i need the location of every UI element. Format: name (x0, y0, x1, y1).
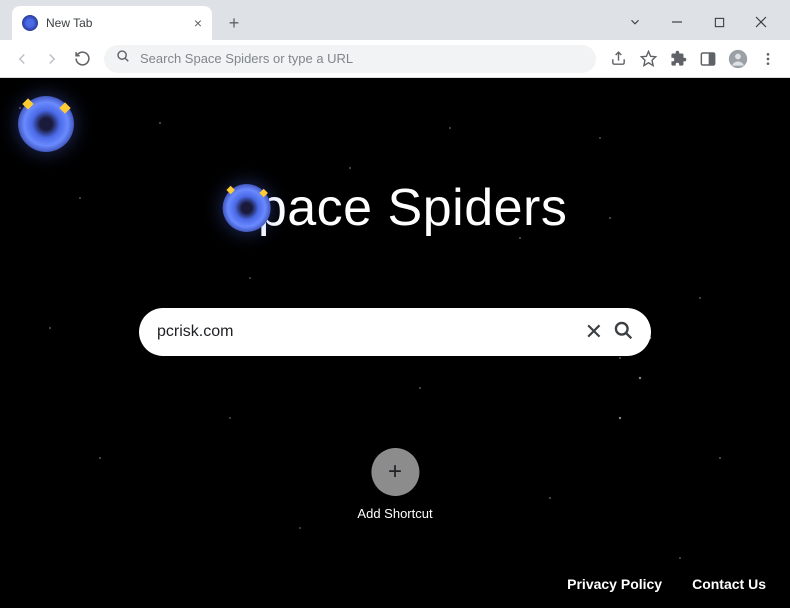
share-icon[interactable] (604, 45, 632, 73)
search-input[interactable]: pcrisk.com ✕ (139, 308, 651, 356)
spider-logo-icon (18, 96, 74, 152)
browser-tab[interactable]: New Tab × (12, 6, 212, 40)
back-button[interactable] (8, 45, 36, 73)
omnibox-placeholder: Search Space Spiders or type a URL (140, 51, 584, 66)
privacy-link[interactable]: Privacy Policy (567, 576, 662, 592)
title-bar: New Tab × + (0, 0, 790, 40)
close-window-button[interactable] (740, 7, 782, 37)
page-content: Space Spiders pcrisk.com ✕ + Add Shortcu… (0, 78, 790, 608)
tab-favicon-icon (22, 15, 38, 31)
contact-link[interactable]: Contact Us (692, 576, 766, 592)
search-icon (116, 49, 130, 68)
maximize-button[interactable] (698, 7, 740, 37)
clear-icon[interactable]: ✕ (585, 319, 603, 345)
reload-button[interactable] (68, 45, 96, 73)
spider-logo-icon (223, 184, 271, 232)
close-tab-icon[interactable]: × (194, 15, 202, 31)
minimize-button[interactable] (656, 7, 698, 37)
brand-logo: Space Spiders (223, 178, 568, 238)
forward-button[interactable] (38, 45, 66, 73)
window-controls (614, 7, 782, 37)
address-bar[interactable]: Search Space Spiders or type a URL (104, 45, 596, 73)
sidepanel-icon[interactable] (694, 45, 722, 73)
browser-toolbar: Search Space Spiders or type a URL (0, 40, 790, 78)
new-tab-button[interactable]: + (220, 9, 248, 37)
plus-icon: + (371, 448, 419, 496)
brand-title: Space Spiders (223, 178, 568, 238)
tab-title: New Tab (46, 16, 92, 30)
menu-icon[interactable] (754, 45, 782, 73)
profile-icon[interactable] (724, 45, 752, 73)
extensions-icon[interactable] (664, 45, 692, 73)
footer-links: Privacy Policy Contact Us (567, 576, 766, 592)
search-submit-icon[interactable] (613, 320, 633, 345)
chevron-down-icon[interactable] (614, 7, 656, 37)
search-value: pcrisk.com (157, 323, 575, 341)
shortcut-label: Add Shortcut (357, 506, 432, 521)
bookmark-icon[interactable] (634, 45, 662, 73)
add-shortcut-button[interactable]: + Add Shortcut (357, 448, 432, 521)
